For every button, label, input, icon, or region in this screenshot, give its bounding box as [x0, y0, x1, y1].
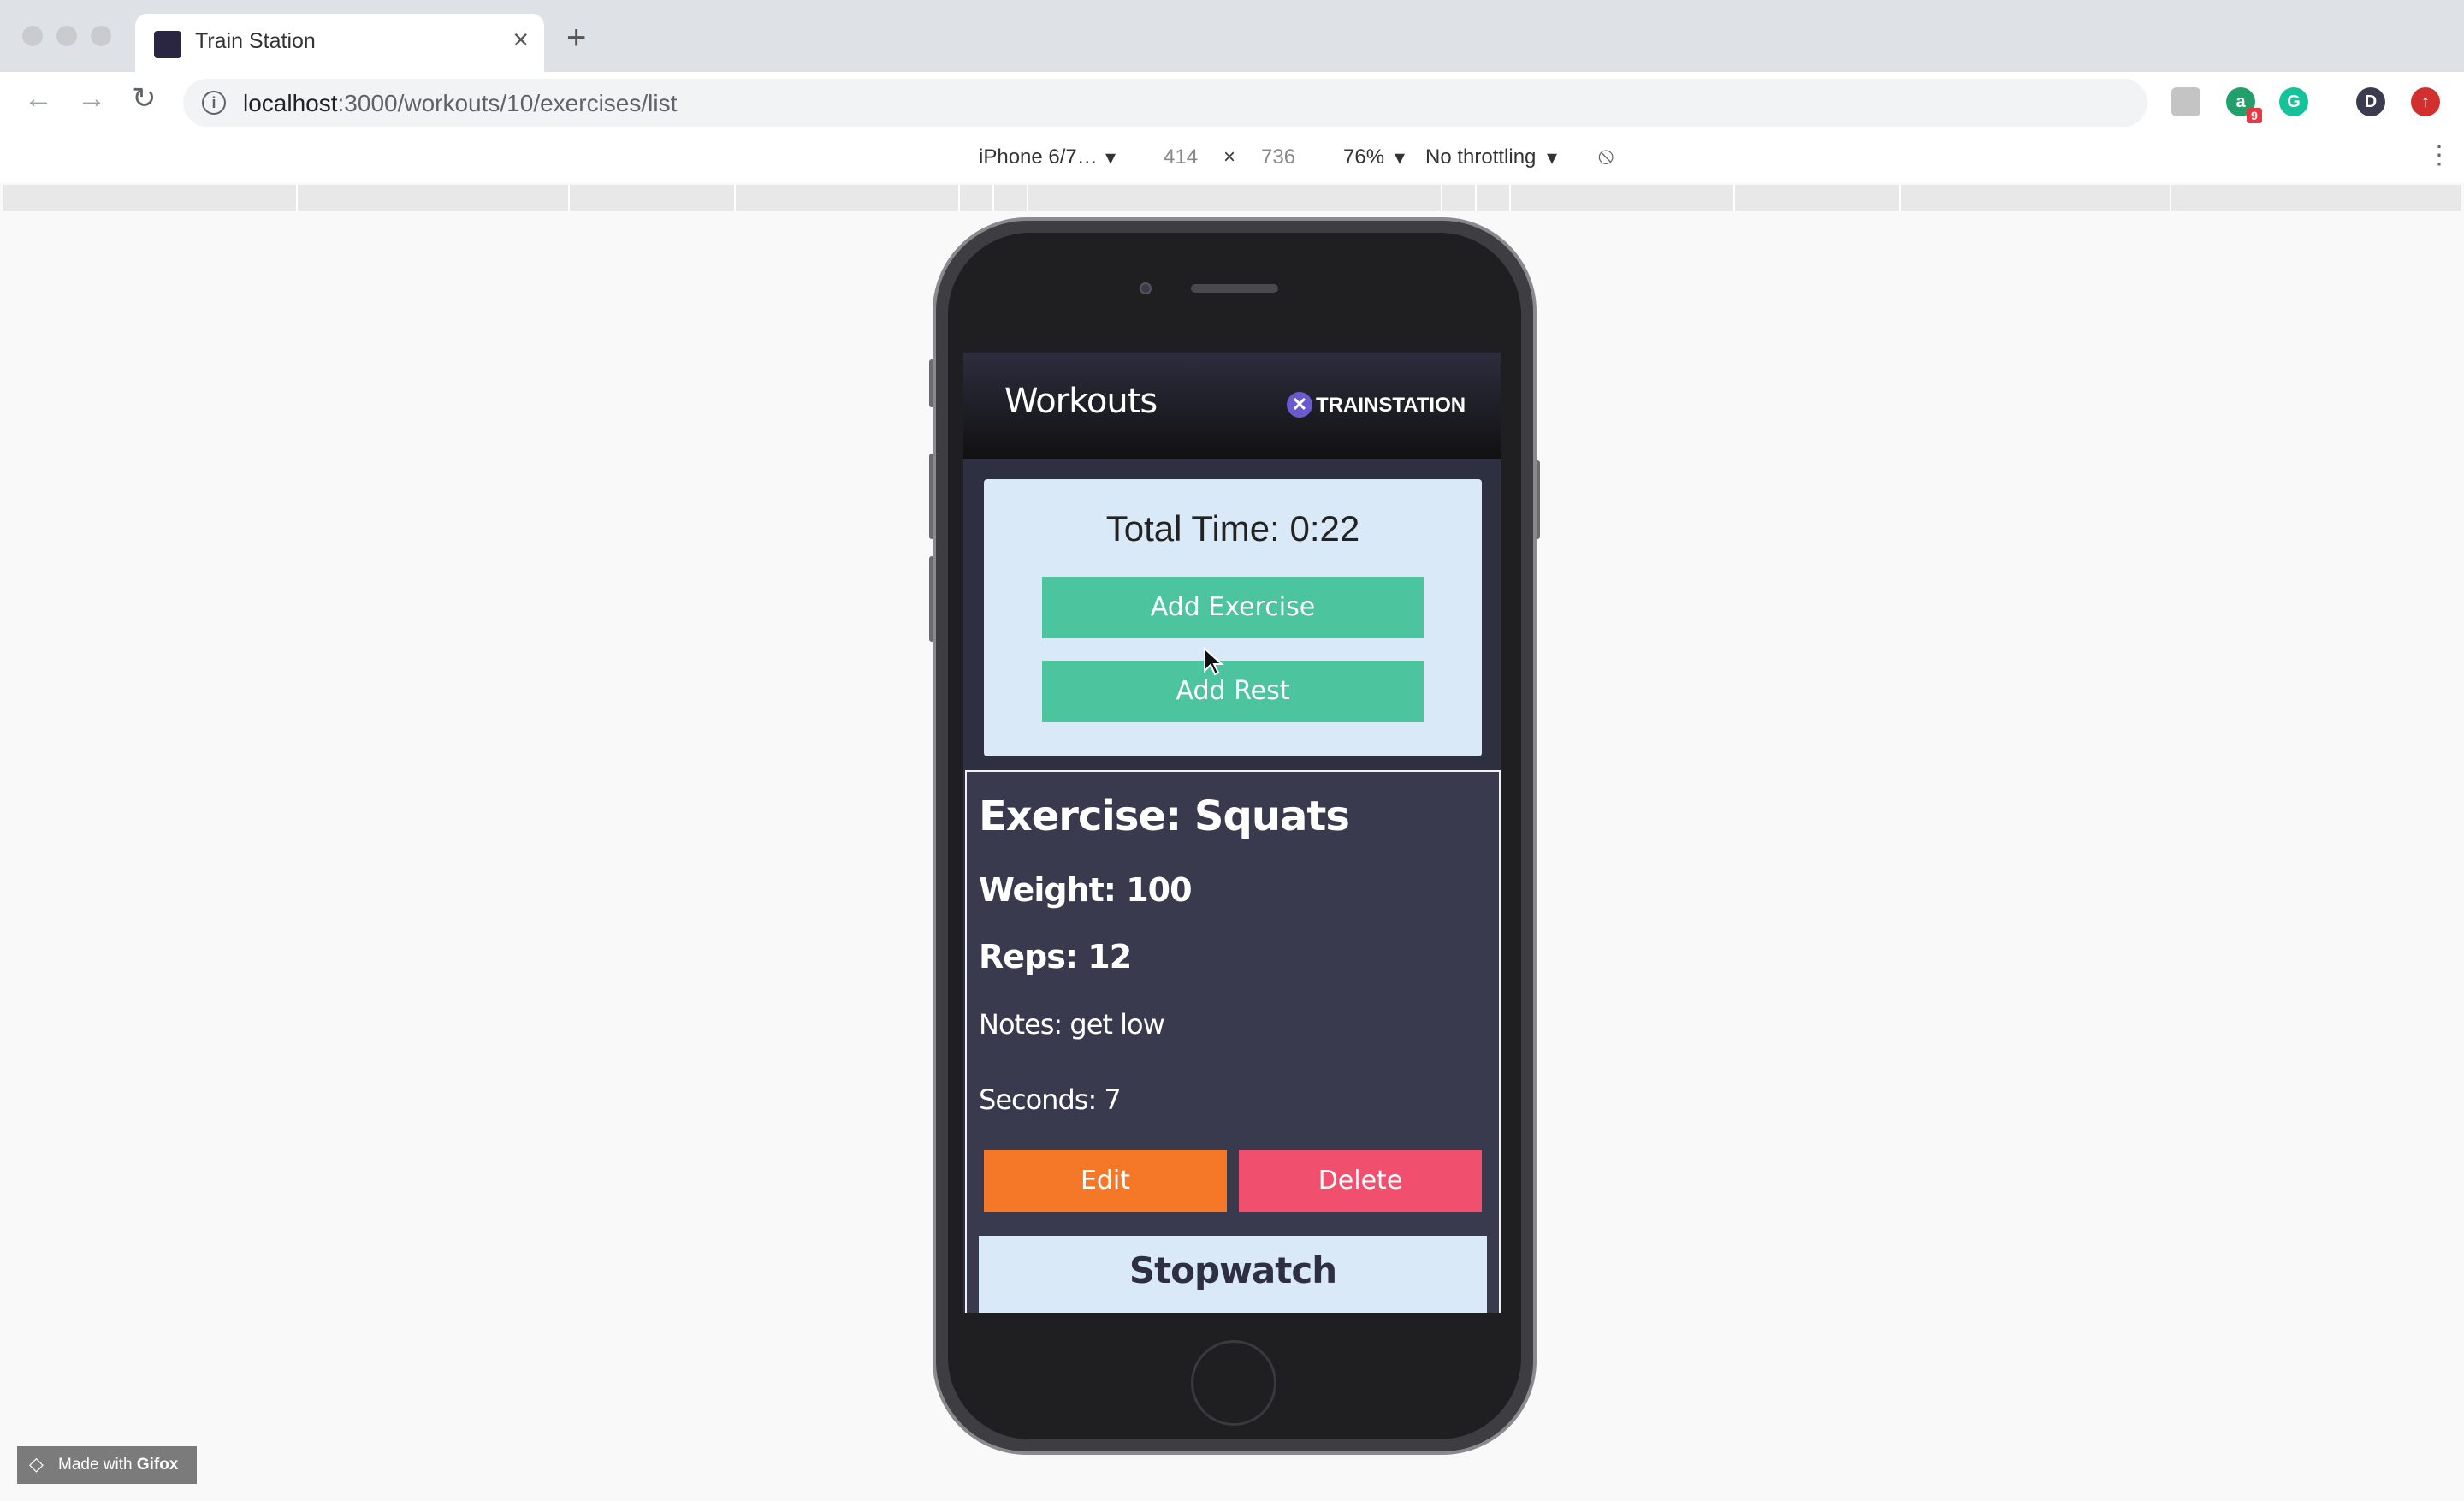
ruler-segment[interactable] [1511, 185, 1735, 211]
tab-title: Train Station [195, 29, 316, 53]
ruler-segment[interactable] [1901, 185, 2171, 211]
info-icon[interactable]: i [202, 91, 226, 115]
browser-toolbar: ← → ↻ i localhost:3000/workouts/10/exerc… [0, 72, 2464, 133]
logo-text: TRAINSTATION [1316, 394, 1466, 417]
exercise-card: Exercise: Squats Weight: 100 Reps: 12 No… [965, 770, 1501, 1313]
watermark-prefix: Made with [58, 1456, 137, 1474]
add-exercise-button[interactable]: Add Exercise [1042, 577, 1424, 638]
total-time: Total Time: 0:22 [1105, 508, 1360, 549]
grammarly-badge-icon[interactable]: a9 [2226, 87, 2262, 123]
exercise-name: Exercise: Squats [979, 792, 1350, 840]
page-title: Workouts [1004, 382, 1158, 421]
zoom-select[interactable]: 76% [1343, 145, 1384, 169]
zoom-dropdown-icon[interactable]: ▾ [1395, 145, 1405, 170]
exercise-weight: Weight: 100 [979, 871, 1193, 909]
exercise-notes: Notes: get low [979, 1008, 1165, 1041]
maximize-window-button[interactable] [91, 26, 111, 46]
ruler-segment[interactable] [298, 185, 570, 211]
ruler-segment[interactable] [1442, 185, 1477, 211]
new-tab-icon[interactable]: + [566, 21, 586, 55]
trainstation-logo-icon: ✕ [1287, 392, 1312, 418]
exercise-reps: Reps: 12 [979, 938, 1132, 976]
tab-strip: Train Station × + [0, 0, 2464, 72]
device-toolbar: iPhone 6/7… ▾ 414 × 736 76% ▾ No throttl… [0, 133, 2464, 183]
rotate-icon[interactable]: ⦸ [1598, 142, 1614, 170]
ruler-segment[interactable] [960, 185, 994, 211]
ruler-segment[interactable] [1477, 185, 1511, 211]
url-text[interactable]: localhost:3000/workouts/10/exercises/lis… [243, 90, 677, 117]
stopwatch-card: Stopwatch [979, 1236, 1487, 1313]
more-options-icon[interactable]: ⋮ [2426, 140, 2452, 170]
ruler-segment[interactable] [570, 185, 736, 211]
close-tab-icon[interactable]: × [512, 26, 529, 53]
ruler-segment[interactable] [3, 185, 298, 211]
watermark-brand: Gifox [136, 1456, 179, 1474]
camera-icon [1140, 282, 1152, 294]
back-icon[interactable]: ← [24, 84, 53, 113]
grammar-extension-icon[interactable]: G [2279, 87, 2308, 116]
device-select[interactable]: iPhone 6/7… [979, 145, 1098, 169]
dimension-separator: × [1223, 145, 1236, 169]
ruler-segment[interactable] [1735, 185, 1901, 211]
ruler-segment[interactable] [736, 185, 960, 211]
device-dropdown-icon[interactable]: ▾ [1105, 145, 1116, 170]
minimize-window-button[interactable] [56, 26, 77, 46]
trainstation-favicon-icon [154, 31, 181, 58]
extension-icon[interactable] [2171, 87, 2200, 116]
edit-button[interactable]: Edit [984, 1150, 1227, 1212]
home-button[interactable] [1191, 1340, 1276, 1426]
update-icon[interactable]: ↑ [2411, 87, 2440, 116]
close-window-button[interactable] [22, 26, 43, 46]
width-field[interactable]: 414 [1164, 145, 1198, 169]
speaker-grille [1191, 284, 1278, 293]
throttling-dropdown-icon[interactable]: ▾ [1547, 145, 1557, 170]
ruler-segment[interactable] [1028, 185, 1442, 211]
add-rest-button[interactable]: Add Rest [1042, 661, 1424, 722]
url-path: :3000/workouts/10/exercises/list [337, 90, 678, 116]
time-card: Total Time: 0:22 Add Exercise Add Rest [984, 479, 1482, 756]
extension-badge: 9 [2247, 108, 2262, 123]
ruler-segment[interactable] [994, 185, 1028, 211]
exercise-seconds: Seconds: 7 [979, 1083, 1122, 1116]
mouse-cursor-icon [1204, 647, 1224, 676]
profile-avatar[interactable]: D [2356, 87, 2385, 116]
throttling-select[interactable]: No throttling [1425, 145, 1536, 169]
media-query-ruler [3, 185, 2461, 211]
fox-icon: ◇ [29, 1453, 44, 1474]
reload-icon[interactable]: ↻ [132, 84, 157, 113]
delete-button[interactable]: Delete [1239, 1150, 1482, 1212]
browser-tab[interactable]: Train Station × [135, 14, 544, 72]
url-host: localhost [243, 90, 338, 116]
app-header: Workouts ✕ TRAINSTATION [963, 353, 1501, 459]
forward-icon[interactable]: → [77, 84, 106, 113]
address-bar[interactable]: i localhost:3000/workouts/10/exercises/l… [183, 79, 2305, 127]
gifox-watermark: ◇ Made with Gifox [17, 1446, 197, 1484]
app-screen: Workouts ✕ TRAINSTATION Total Time: 0:22… [963, 353, 1501, 1313]
height-field[interactable]: 736 [1261, 145, 1295, 169]
stopwatch-title: Stopwatch [1128, 1249, 1337, 1291]
